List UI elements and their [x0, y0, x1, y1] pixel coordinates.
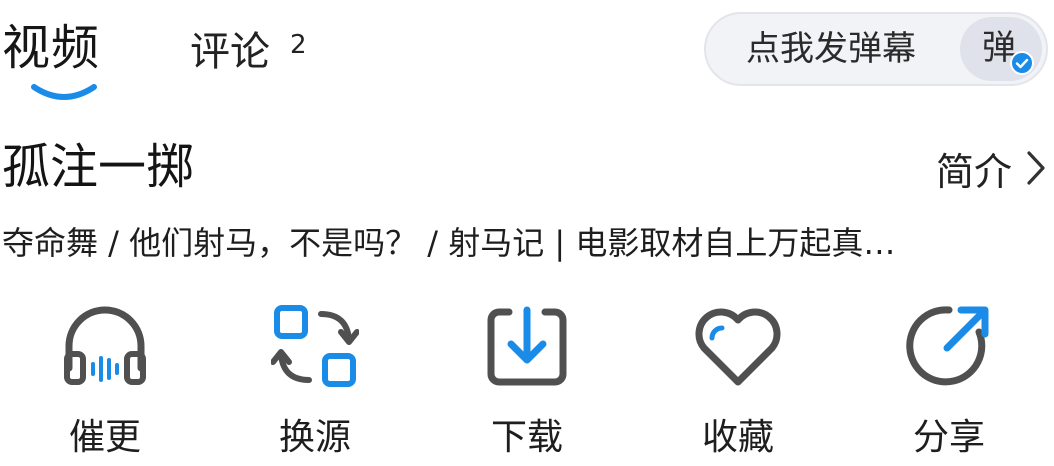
heart-icon: [695, 308, 781, 386]
switch-source-icon: [271, 305, 359, 387]
action-switch-source[interactable]: 换源: [240, 296, 390, 466]
intro-button[interactable]: 简介: [936, 140, 1048, 196]
chevron-right-icon: [1027, 151, 1045, 185]
action-urge-update[interactable]: 催更: [30, 296, 180, 466]
action-label: 分享: [912, 417, 985, 458]
comment-count-badge: 2: [290, 30, 307, 60]
danmaku-input[interactable]: 点我发弹幕 弹: [704, 12, 1048, 86]
action-label: 催更: [68, 417, 141, 458]
action-favorite[interactable]: 收藏: [663, 296, 813, 466]
download-icon: [487, 306, 567, 386]
video-title: 孤注一掷: [2, 139, 195, 195]
check-circle-icon: [1010, 51, 1034, 75]
action-label: 下载: [490, 417, 563, 458]
active-tab-indicator: [31, 84, 97, 100]
action-download[interactable]: 下载: [452, 296, 602, 466]
tab-video[interactable]: 视频: [2, 16, 100, 80]
danmaku-placeholder: 点我发弹幕: [746, 29, 916, 69]
danmaku-toggle-button[interactable]: 弹: [960, 17, 1042, 81]
tab-comments[interactable]: 评论: [190, 24, 270, 80]
action-label: 收藏: [701, 417, 774, 458]
headphones-icon: [64, 306, 146, 385]
action-bar: 催更 换源 下载 收藏 分享: [0, 296, 1054, 466]
share-icon: [906, 306, 989, 386]
intro-label: 简介: [935, 149, 1012, 194]
action-label: 换源: [278, 417, 351, 458]
video-description: 夺命舞 / 他们射马，不是吗？ / 射马记 | 电影取材自上万起真…: [2, 224, 896, 262]
action-share[interactable]: 分享: [874, 296, 1024, 466]
